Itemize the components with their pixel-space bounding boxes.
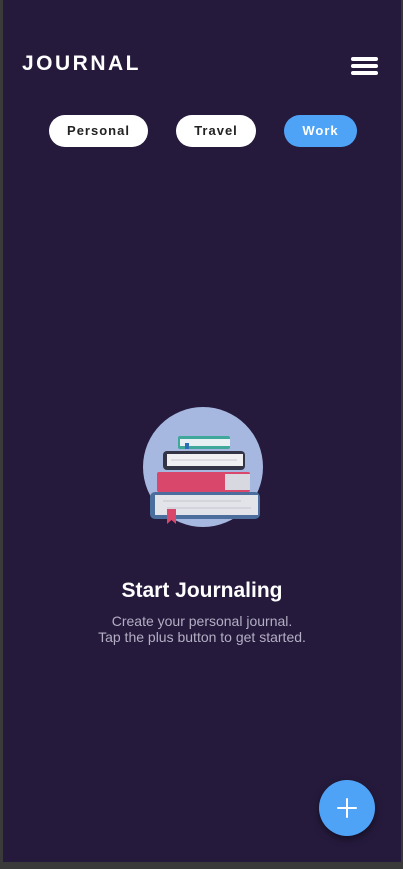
tab-work[interactable]: Work [284,115,357,147]
plus-icon-stroke [346,798,348,818]
app-title: JOURNAL [22,52,142,75]
book-stack-illustration [141,405,266,530]
empty-state-subtitle-line-2: Tap the plus button to get started. [98,629,306,645]
app-screen: JOURNAL Personal Travel Work Start Journ… [3,0,401,862]
empty-state-subtitle-line-1: Create your personal journal. [111,613,293,629]
hamburger-menu-icon-bar [351,71,378,75]
hamburger-menu-icon-bar [351,64,378,68]
menu-button[interactable] [348,54,380,78]
empty-state-title: Start Journaling [121,579,283,602]
tab-travel[interactable]: Travel [176,115,256,147]
tab-personal[interactable]: Personal [49,115,148,147]
empty-state-subtitle: Create your personal journal. Tap the pl… [3,613,401,645]
add-entry-button[interactable] [319,780,375,836]
category-tabs: Personal Travel Work [3,115,401,147]
app-header: JOURNAL [3,0,401,100]
hamburger-menu-icon [351,57,378,61]
